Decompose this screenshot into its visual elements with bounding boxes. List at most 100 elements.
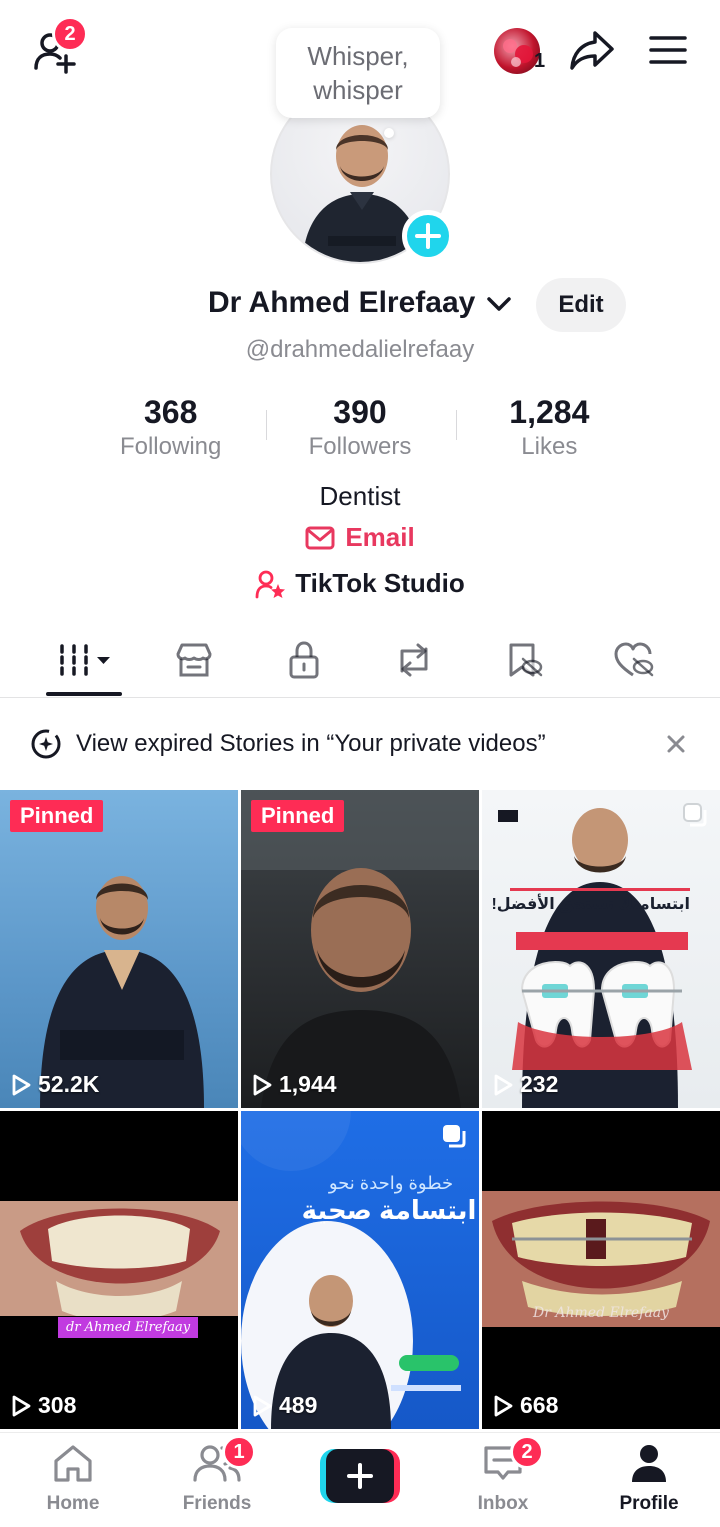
nav-profile-label: Profile (619, 1493, 679, 1514)
play-icon (12, 1395, 31, 1416)
view-count-value: 308 (38, 1392, 77, 1418)
video-tile[interactable]: Dr Ahmed Elrefaay 668 (482, 1111, 720, 1429)
stat-value: 1,284 (509, 394, 590, 430)
edit-profile-button[interactable]: Edit (536, 278, 626, 332)
create-button[interactable] (320, 1449, 400, 1503)
note-bubble-tail (384, 128, 394, 138)
view-count-value: 1,944 (279, 1071, 337, 1097)
stat-value: 390 (333, 394, 387, 430)
mail-icon (305, 526, 335, 549)
video-thumbnail (498, 808, 692, 1108)
photo-carousel-icon (443, 1125, 466, 1148)
view-count-value: 52.2K (38, 1071, 100, 1097)
videos-grid-icon (60, 644, 110, 676)
view-count: 232 (492, 1071, 558, 1098)
add-friends-badge: 2 (52, 16, 88, 52)
tab-shop[interactable] (156, 638, 232, 682)
play-icon (12, 1074, 31, 1095)
profile-bio: Dentist (319, 481, 401, 511)
stat-divider (266, 410, 267, 440)
heart-hidden-icon (614, 642, 654, 677)
nav-profile[interactable]: Profile (594, 1443, 704, 1515)
add-friends-button[interactable]: 2 (26, 16, 88, 78)
tab-videos[interactable] (46, 638, 122, 682)
profile-note-bubble[interactable]: Whisper, whisper (276, 28, 440, 118)
tab-private[interactable] (266, 638, 342, 682)
email-link[interactable]: Email (0, 522, 720, 553)
stat-label: Following (119, 433, 222, 460)
tab-reposts[interactable] (376, 638, 452, 682)
name-row: Dr Ahmed Elrefaay Edit (0, 276, 720, 336)
video-overlay-title: ابتسامتك تستحق الأفضل! (491, 896, 690, 913)
tiktok-studio-link[interactable]: TikTok Studio (0, 568, 720, 599)
view-count: 308 (10, 1392, 76, 1419)
close-banner-button[interactable] (662, 730, 690, 758)
view-count: 668 (492, 1392, 558, 1419)
profile-name: Dr Ahmed Elrefaay (208, 286, 476, 319)
inbox-badge: 2 (510, 1435, 544, 1469)
play-icon (253, 1395, 272, 1416)
stat-divider (456, 410, 457, 440)
plus-icon (415, 223, 441, 249)
video-thumbnail (241, 790, 479, 1108)
video-tile[interactable]: dr Ahmed Elrefaay 308 (0, 1111, 238, 1429)
profile-stats: 368 Following 390 Followers 1,284 Likes (76, 392, 644, 472)
bottom-navigation: Home Friends 1 Inbox 2 Profile (0, 1432, 720, 1527)
video-caption: dr Ahmed Elrefaay (58, 1317, 199, 1338)
story-count: 1 (534, 50, 546, 72)
view-count-value: 489 (279, 1392, 318, 1418)
stat-label: Likes (521, 433, 578, 460)
tiktok-studio-label: TikTok Studio (295, 568, 465, 598)
shop-icon (176, 643, 212, 677)
story-sparkle-icon (31, 729, 61, 759)
profile-name-switcher[interactable]: Dr Ahmed Elrefaay (208, 286, 512, 320)
view-count: 52.2K (10, 1071, 99, 1098)
profile-tabs (0, 624, 720, 698)
nav-inbox-label: Inbox (477, 1493, 529, 1514)
expired-stories-banner[interactable]: View expired Stories in “Your private vi… (0, 714, 720, 774)
view-count-value: 232 (520, 1071, 559, 1097)
menu-button[interactable] (644, 30, 692, 70)
share-icon (570, 31, 614, 70)
nav-friends[interactable]: Friends 1 (162, 1435, 272, 1515)
profile-note-text: Whisper, whisper (307, 41, 409, 105)
video-thumbnail (40, 876, 204, 1108)
hamburger-icon (649, 36, 687, 64)
view-count-value: 668 (520, 1392, 559, 1418)
close-icon (667, 735, 685, 753)
repost-icon (400, 643, 428, 677)
nav-inbox[interactable]: Inbox 2 (448, 1435, 558, 1515)
expired-stories-text: View expired Stories in “Your private vi… (76, 730, 546, 757)
active-tab-indicator (46, 692, 122, 696)
play-icon (494, 1395, 513, 1416)
tab-favorites[interactable] (486, 638, 562, 682)
home-icon (54, 1445, 92, 1482)
stat-label: Followers (308, 433, 412, 460)
tab-liked[interactable] (596, 638, 672, 682)
video-thumbnail (241, 1111, 461, 1429)
create-button-core (326, 1449, 394, 1503)
video-tile[interactable]: Pinned 52.2K (0, 790, 238, 1108)
bookmark-hidden-icon (509, 643, 543, 677)
video-caption: Dr Ahmed Elrefaay (533, 1305, 669, 1321)
stat-followers[interactable]: 390 Followers (265, 392, 454, 472)
share-button[interactable] (566, 26, 618, 74)
nav-home[interactable]: Home (18, 1443, 128, 1515)
pinned-badge: Pinned (10, 800, 104, 832)
profile-icon (632, 1445, 666, 1482)
stat-following[interactable]: 368 Following (76, 392, 265, 472)
video-thumbnail (0, 1201, 238, 1429)
video-tile[interactable]: خطوة واحدة نحو ابتسامة صحية 489 (241, 1111, 479, 1429)
video-tile[interactable]: Pinned 1,944 (241, 790, 479, 1108)
add-story-button[interactable] (402, 210, 454, 262)
friends-badge: 1 (222, 1435, 256, 1469)
nav-home-label: Home (46, 1493, 100, 1514)
view-count: 489 (251, 1392, 317, 1419)
video-thumbnail (482, 1191, 720, 1429)
email-label: Email (345, 522, 415, 552)
video-tile[interactable]: ابتسامتك تستحق الأفضل! 232 (482, 790, 720, 1108)
stat-likes[interactable]: 1,284 Likes (455, 392, 644, 472)
video-overlay-title: ابتسامة صحية (301, 1195, 477, 1225)
profile-handle: @drahmedalielrefaay (245, 336, 475, 363)
lock-icon (289, 641, 319, 679)
